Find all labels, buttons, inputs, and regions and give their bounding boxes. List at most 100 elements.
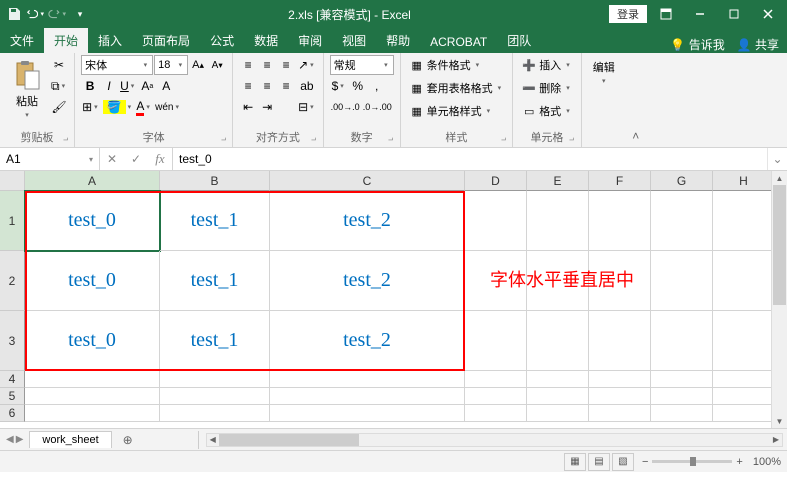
cell-C3[interactable]: test_2 — [270, 311, 465, 371]
insert-cells-button[interactable]: ➕插入▾ — [519, 55, 575, 75]
cell-E3[interactable] — [527, 311, 589, 371]
cell-H6[interactable] — [713, 405, 775, 422]
zoom-level[interactable]: 100% — [753, 456, 781, 468]
align-middle-icon[interactable]: ≡ — [258, 55, 276, 75]
cell-F4[interactable] — [589, 371, 651, 388]
cell-B2[interactable]: test_1 — [160, 251, 270, 311]
col-header-F[interactable]: F — [589, 171, 651, 191]
cell-C2[interactable]: test_2 — [270, 251, 465, 311]
wrap-text-icon[interactable]: ab — [297, 76, 317, 96]
comma-icon[interactable]: , — [368, 76, 386, 96]
cell-E5[interactable] — [527, 388, 589, 405]
copy-icon[interactable]: ⧉▾ — [50, 76, 68, 96]
decrease-decimal-icon[interactable]: .0→.00 — [362, 97, 393, 117]
border-icon[interactable]: ⊞▾ — [81, 97, 101, 117]
cell-D3[interactable] — [465, 311, 527, 371]
font-superscript-icon[interactable]: Aa — [138, 76, 156, 96]
paste-button[interactable]: 粘贴▾ — [6, 55, 48, 119]
enter-formula-icon[interactable]: ✓ — [124, 148, 148, 170]
formula-input[interactable]: test_0 — [173, 148, 767, 170]
cell-F3[interactable] — [589, 311, 651, 371]
login-button[interactable]: 登录 — [609, 5, 647, 23]
percent-icon[interactable]: % — [349, 76, 367, 96]
col-header-E[interactable]: E — [527, 171, 589, 191]
row-header-3[interactable]: 3 — [0, 311, 25, 371]
cell-F1[interactable] — [589, 191, 651, 251]
phonetic-icon[interactable]: wén▾ — [154, 97, 182, 117]
scroll-right-icon[interactable]: ▶ — [770, 434, 782, 446]
minimize-icon[interactable] — [685, 0, 715, 28]
merge-center-icon[interactable]: ⊟▾ — [297, 97, 317, 117]
row-header-5[interactable]: 5 — [0, 388, 25, 405]
cell-B1[interactable]: test_1 — [160, 191, 270, 251]
cell-A3[interactable]: test_0 — [25, 311, 160, 371]
cell-D5[interactable] — [465, 388, 527, 405]
cell-E6[interactable] — [527, 405, 589, 422]
align-center-icon[interactable]: ≡ — [258, 76, 276, 96]
cell-A2[interactable]: test_0 — [25, 251, 160, 311]
tab-home[interactable]: 开始 — [44, 28, 88, 53]
decrease-indent-icon[interactable]: ⇤ — [239, 97, 257, 117]
decrease-font-icon[interactable]: A▾ — [208, 55, 226, 75]
ribbon-options-icon[interactable] — [651, 0, 681, 28]
select-all-corner[interactable] — [0, 171, 25, 191]
page-break-view-icon[interactable]: ▧ — [612, 453, 634, 471]
tab-formula[interactable]: 公式 — [200, 28, 244, 53]
tab-acrobat[interactable]: ACROBAT — [420, 31, 497, 53]
cell-A1[interactable]: test_0 — [25, 191, 160, 251]
sheet-tab[interactable]: work_sheet — [29, 431, 111, 448]
align-bottom-icon[interactable]: ≡ — [277, 55, 295, 75]
editing-button[interactable]: 编辑▾ — [588, 55, 620, 85]
cell-E1[interactable] — [527, 191, 589, 251]
cell-G1[interactable] — [651, 191, 713, 251]
fx-icon[interactable]: fx — [148, 148, 172, 170]
scroll-up-icon[interactable]: ▲ — [772, 171, 787, 185]
horizontal-scrollbar[interactable]: ◀ ▶ — [206, 433, 783, 447]
tell-me[interactable]: 💡 告诉我 — [670, 36, 724, 53]
cell-A6[interactable] — [25, 405, 160, 422]
align-top-icon[interactable]: ≡ — [239, 55, 257, 75]
cell-F6[interactable] — [589, 405, 651, 422]
cell-H3[interactable] — [713, 311, 775, 371]
scroll-left-icon[interactable]: ◀ — [207, 434, 219, 446]
tab-team[interactable]: 团队 — [497, 28, 541, 53]
cell-B5[interactable] — [160, 388, 270, 405]
add-sheet-icon[interactable]: ⊕ — [118, 430, 138, 450]
font-color-icon[interactable]: A▾ — [135, 97, 153, 117]
tab-layout[interactable]: 页面布局 — [132, 28, 200, 53]
col-header-D[interactable]: D — [465, 171, 527, 191]
maximize-icon[interactable] — [719, 0, 749, 28]
increase-font-icon[interactable]: A▴ — [189, 55, 207, 75]
font-subscript-icon[interactable]: A — [157, 76, 175, 96]
font-size-select[interactable]: 18▾ — [154, 55, 188, 75]
cell-H5[interactable] — [713, 388, 775, 405]
col-header-A[interactable]: A — [25, 171, 160, 191]
col-header-B[interactable]: B — [160, 171, 270, 191]
qat-customize-icon[interactable]: ▾ — [70, 4, 90, 24]
zoom-out-icon[interactable]: − — [642, 456, 648, 468]
tab-file[interactable]: 文件 — [0, 28, 44, 53]
cell-A4[interactable] — [25, 371, 160, 388]
tab-view[interactable]: 视图 — [332, 28, 376, 53]
cancel-formula-icon[interactable]: ✕ — [100, 148, 124, 170]
collapse-ribbon-icon[interactable]: ˄ — [626, 53, 646, 147]
name-box[interactable]: A1▾ — [0, 148, 100, 170]
cell-H4[interactable] — [713, 371, 775, 388]
cell-C1[interactable]: test_2 — [270, 191, 465, 251]
row-header-2[interactable]: 2 — [0, 251, 25, 311]
tab-review[interactable]: 审阅 — [288, 28, 332, 53]
row-header-1[interactable]: 1 — [0, 191, 25, 251]
normal-view-icon[interactable]: ▦ — [564, 453, 586, 471]
cell-G3[interactable] — [651, 311, 713, 371]
tab-help[interactable]: 帮助 — [376, 28, 420, 53]
cell-B4[interactable] — [160, 371, 270, 388]
cell-G5[interactable] — [651, 388, 713, 405]
cell-G4[interactable] — [651, 371, 713, 388]
currency-icon[interactable]: $▾ — [330, 76, 348, 96]
underline-icon[interactable]: U▾ — [119, 76, 137, 96]
number-format-select[interactable]: 常规▾ — [330, 55, 394, 75]
expand-formula-bar-icon[interactable]: ⌄ — [767, 148, 787, 170]
sheet-nav[interactable]: ◀▶ — [0, 434, 29, 445]
save-icon[interactable] — [4, 4, 24, 24]
page-layout-view-icon[interactable]: ▤ — [588, 453, 610, 471]
